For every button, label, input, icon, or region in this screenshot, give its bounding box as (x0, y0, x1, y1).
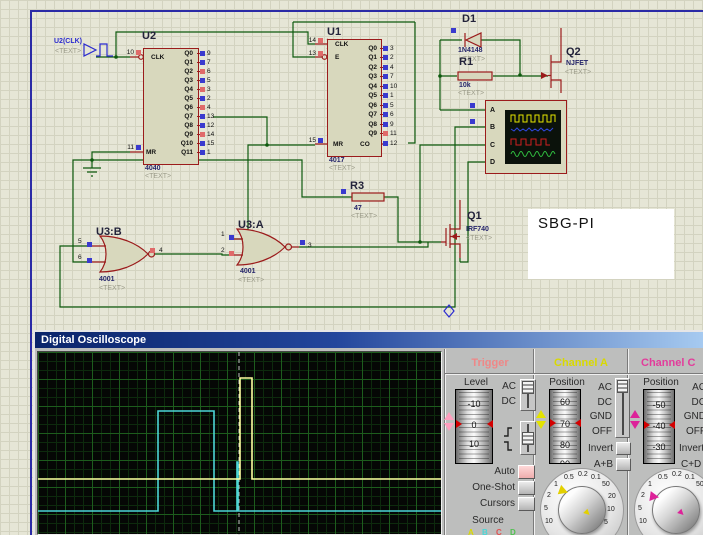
channel-a-off: OFF (590, 426, 612, 437)
slider-pointer-right[interactable] (487, 420, 493, 428)
source-c[interactable]: C (496, 528, 502, 535)
dial-label: 1 (648, 481, 652, 488)
channel-a-gnd: GND (584, 411, 612, 422)
tick-label: -50 (644, 400, 674, 410)
dial-label: 5 (544, 505, 548, 512)
channel-a-invert-label: Invert (585, 443, 613, 454)
channel-a-sum-label: A+B (589, 459, 613, 470)
one-shot-label: One-Shot (458, 482, 515, 493)
slider-pointer-right[interactable] (575, 419, 581, 427)
channel-a-ac: AC (590, 382, 612, 393)
channel-c-dc: DC (684, 397, 703, 408)
slider-pointer-left[interactable] (550, 419, 556, 427)
channel-c-off: OFF (684, 426, 703, 437)
dial-label: 2 (547, 492, 551, 499)
cursors-label: Cursors (465, 498, 515, 509)
dial-label: 0.1 (685, 474, 695, 481)
channel-a-invert-button[interactable] (616, 442, 631, 455)
dial-label: 10 (545, 518, 553, 525)
position-down-arrow[interactable] (536, 421, 546, 429)
position-up-arrow[interactable] (630, 410, 640, 418)
channel-c-gnd: GND (678, 411, 703, 422)
channel-a-position-label: Position (545, 377, 589, 388)
cursors-button[interactable] (518, 497, 535, 511)
tick-label: 80 (550, 440, 580, 450)
dial-label: 0.5 (658, 474, 668, 481)
channel-c-invert-label: Invert (679, 443, 703, 454)
auto-button[interactable] (518, 465, 535, 479)
dial-label: 0.2 (578, 471, 588, 478)
channel-c-ac: AC (684, 382, 703, 393)
source-d[interactable]: D (510, 528, 516, 535)
channel-a-panel-title: Channel A (535, 357, 627, 369)
trigger-source-channels[interactable]: A B C D (468, 528, 522, 535)
source-label: Source (458, 515, 518, 526)
channel-c-panel-title: Channel C (641, 357, 703, 369)
channel-c-position-label: Position (639, 377, 683, 388)
dial-label: 0.1 (591, 474, 601, 481)
channel-a-sum-button[interactable] (616, 458, 631, 471)
auto-label: Auto (480, 466, 515, 477)
trigger-edge-icons (0, 0, 703, 535)
dial-label: 10 (607, 506, 615, 513)
dial-pointer (649, 491, 664, 503)
dial-label: 50 (602, 481, 610, 488)
dial-label: 1 (554, 481, 558, 488)
dial-label: 5 (638, 505, 642, 512)
position-up-arrow[interactable] (536, 410, 546, 418)
dial-label: 2 (641, 492, 645, 499)
source-b[interactable]: B (482, 528, 488, 535)
slider-pointer-right[interactable] (669, 421, 675, 429)
position-down-arrow[interactable] (630, 421, 640, 429)
tick-label: -30 (644, 442, 674, 452)
dial-label: 0.5 (564, 474, 574, 481)
channel-a-coupling-switch[interactable] (615, 378, 630, 438)
slider-pointer-left[interactable] (644, 421, 650, 429)
source-a[interactable]: A (468, 528, 474, 535)
dial-label: 0.2 (672, 471, 682, 478)
dial-label: 10 (639, 518, 647, 525)
trigger-edge-switch[interactable] (520, 421, 536, 455)
channel-a-dc: DC (590, 397, 612, 408)
dial-label: 20 (608, 493, 616, 500)
proteus-workspace: U2 4040 <TEXT> CLK MR 10 11 Q0Q1Q2Q3Q4Q5… (0, 0, 703, 535)
one-shot-button[interactable] (518, 481, 535, 495)
tick-label: 90 (550, 459, 580, 464)
dial-label: 50 (696, 481, 703, 488)
tick-label: 60 (550, 397, 580, 407)
dial-label: 5 (604, 519, 608, 526)
slider-pointer-left[interactable] (456, 420, 462, 428)
